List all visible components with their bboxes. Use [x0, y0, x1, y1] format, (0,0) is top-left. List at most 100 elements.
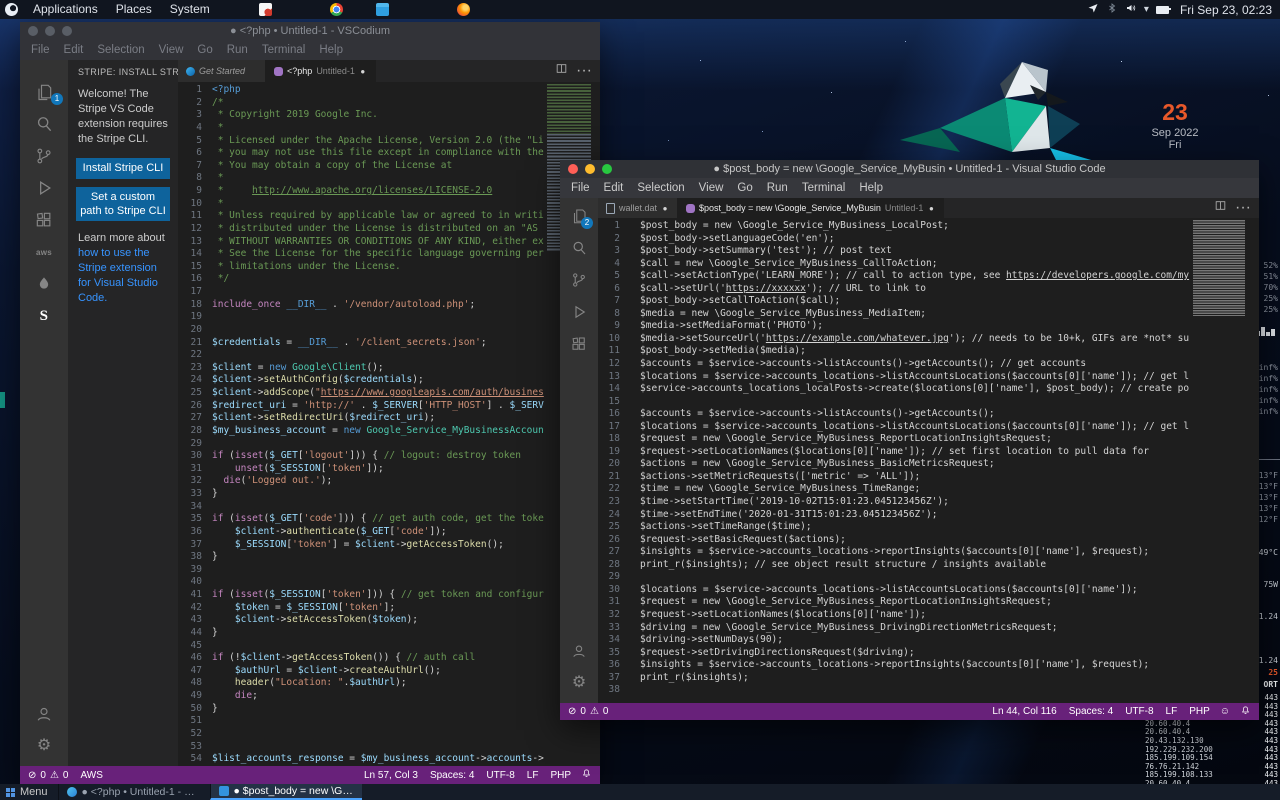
stripe-docs-link[interactable]: how to use the Stripe extension for Visu…: [78, 247, 158, 304]
menu-item-file[interactable]: File: [24, 44, 57, 56]
editor-actions[interactable]: ···: [1206, 198, 1259, 218]
taskbar-window-vscode[interactable]: ● $post_body = new \G…: [210, 784, 362, 800]
menu-item-selection[interactable]: Selection: [630, 182, 691, 194]
feedback-smiley-icon[interactable]: ☺: [1220, 706, 1230, 717]
extensions-icon[interactable]: [560, 328, 598, 360]
aws-status-item[interactable]: AWS: [80, 770, 102, 781]
bluetooth-icon[interactable]: [1106, 2, 1118, 17]
window-controls[interactable]: [568, 164, 612, 174]
plugin-icon[interactable]: [20, 268, 68, 300]
account-icon[interactable]: [20, 698, 68, 730]
explorer-icon[interactable]: 1: [20, 76, 68, 108]
status-item[interactable]: LF: [1166, 706, 1178, 717]
notifications-bell-icon[interactable]: [581, 768, 592, 782]
menu-item-selection[interactable]: Selection: [90, 44, 151, 56]
errors-icon[interactable]: ⊘: [568, 706, 576, 717]
minimap[interactable]: [1193, 220, 1251, 318]
menu-item-places[interactable]: Places: [107, 0, 161, 19]
more-actions-icon[interactable]: ···: [1235, 199, 1251, 217]
errors-icon[interactable]: ⊘: [28, 770, 36, 781]
menu-item-terminal[interactable]: Terminal: [795, 182, 852, 194]
menu-item-help[interactable]: Help: [852, 182, 890, 194]
search-icon[interactable]: [20, 108, 68, 140]
split-editor-icon[interactable]: [1214, 199, 1227, 217]
vscode-status-bar[interactable]: ⊘0 ⚠0 Ln 44, Col 116Spaces: 4UTF-8LFPHP …: [560, 703, 1259, 720]
install-stripe-cli-button[interactable]: Install Stripe CLI: [76, 158, 170, 178]
status-item[interactable]: PHP: [1189, 706, 1210, 717]
close-button[interactable]: [568, 164, 578, 174]
taskbar[interactable]: Menu ● <?php • Untitled-1 - V…● $post_bo…: [0, 784, 1280, 800]
minimize-button[interactable]: [585, 164, 595, 174]
menu-item-file[interactable]: File: [564, 182, 597, 194]
stripe-icon[interactable]: S: [20, 300, 68, 332]
menu-item-run[interactable]: Run: [760, 182, 795, 194]
run-debug-icon[interactable]: [560, 296, 598, 328]
editor-actions[interactable]: ···: [547, 60, 600, 82]
menu-item-go[interactable]: Go: [190, 44, 219, 56]
status-item[interactable]: UTF-8: [486, 770, 514, 781]
vscodium-window[interactable]: ● <?php • Untitled-1 - VSCodium FileEdit…: [20, 22, 600, 784]
vscode-titlebar[interactable]: ● $post_body = new \Google_Service_MyBus…: [560, 160, 1259, 178]
vscodium-editor[interactable]: 1<?php2/*3 * Copyright 2019 Google Inc.4…: [178, 82, 600, 766]
minimize-button[interactable]: [45, 26, 55, 36]
split-editor-icon[interactable]: [555, 62, 568, 80]
vscode-activity-bar[interactable]: 2⚙: [560, 198, 598, 703]
dirty-dot[interactable]: ●: [359, 67, 367, 76]
status-item[interactable]: UTF-8: [1125, 706, 1153, 717]
explorer-icon[interactable]: 2: [560, 200, 598, 232]
vscode-menubar[interactable]: FileEditSelectionViewGoRunTerminalHelp: [560, 178, 1259, 198]
pdf-reader-icon[interactable]: [259, 3, 272, 16]
network-send-icon[interactable]: [1087, 2, 1099, 17]
vscodium-activity-bar[interactable]: 1awsS⚙: [20, 60, 68, 766]
menu-item-run[interactable]: Run: [220, 44, 255, 56]
custom-path-stripe-cli-button[interactable]: Set a custom path to Stripe CLI: [76, 187, 170, 222]
search-icon[interactable]: [560, 232, 598, 264]
taskbar-menu-button[interactable]: Menu: [0, 784, 58, 800]
menu-item-view[interactable]: View: [152, 44, 191, 56]
status-item[interactable]: PHP: [550, 770, 571, 781]
menu-item-go[interactable]: Go: [730, 182, 759, 194]
panel-menus[interactable]: ApplicationsPlacesSystem: [24, 0, 219, 19]
panel-launchers[interactable]: [219, 3, 470, 16]
source-control-icon[interactable]: [560, 264, 598, 296]
extensions-icon[interactable]: [20, 204, 68, 236]
chevron-down-icon[interactable]: ▾: [1144, 4, 1149, 15]
volume-icon[interactable]: [1125, 2, 1137, 17]
notifications-bell-icon[interactable]: [1240, 705, 1251, 719]
editor-tab[interactable]: <?phpUntitled-1●: [266, 60, 376, 82]
file-manager-icon[interactable]: [376, 3, 389, 16]
menu-item-terminal[interactable]: Terminal: [255, 44, 312, 56]
vscode-tab-bar[interactable]: wallet.dat●$post_body = new \Google_Serv…: [598, 198, 1259, 218]
chrome-icon[interactable]: [330, 3, 343, 16]
editor-tab[interactable]: wallet.dat●: [598, 198, 678, 218]
status-item[interactable]: Ln 44, Col 116: [992, 706, 1056, 717]
account-icon[interactable]: [560, 635, 598, 667]
window-controls[interactable]: [28, 26, 72, 36]
editor-tab[interactable]: Get Started: [178, 60, 266, 82]
menu-item-applications[interactable]: Applications: [24, 0, 107, 19]
warnings-icon[interactable]: ⚠: [50, 770, 59, 781]
maximize-button[interactable]: [602, 164, 612, 174]
warning-count[interactable]: 0: [603, 706, 609, 717]
editor-tab[interactable]: $post_body = new \Google_Service_MyBusin…: [678, 198, 944, 218]
vscodium-status-bar[interactable]: ⊘0 ⚠0 AWS Ln 57, Col 3Spaces: 4UTF-8LFPH…: [20, 766, 600, 784]
menu-item-system[interactable]: System: [161, 0, 219, 19]
status-item[interactable]: Spaces: 4: [430, 770, 474, 781]
run-debug-icon[interactable]: [20, 172, 68, 204]
top-panel[interactable]: ApplicationsPlacesSystem ▾ Fri Sep 23, 0…: [0, 0, 1280, 19]
system-tray[interactable]: ▾ Fri Sep 23, 02:23: [1087, 2, 1272, 17]
menu-item-edit[interactable]: Edit: [597, 182, 631, 194]
battery-icon[interactable]: [1156, 6, 1169, 14]
taskbar-window-vscodium[interactable]: ● <?php • Untitled-1 - V…: [58, 784, 210, 800]
panel-clock[interactable]: Fri Sep 23, 02:23: [1180, 3, 1272, 17]
status-item[interactable]: LF: [527, 770, 539, 781]
vscodium-titlebar[interactable]: ● <?php • Untitled-1 - VSCodium: [20, 22, 600, 40]
vscodium-menubar[interactable]: FileEditSelectionViewGoRunTerminalHelp: [20, 40, 600, 60]
maximize-button[interactable]: [62, 26, 72, 36]
more-actions-icon[interactable]: ···: [576, 62, 592, 80]
firefox-icon[interactable]: [457, 3, 470, 16]
vscode-window[interactable]: ● $post_body = new \Google_Service_MyBus…: [560, 160, 1259, 720]
warnings-icon[interactable]: ⚠: [590, 706, 599, 717]
vscodium-tab-bar[interactable]: Get Started<?phpUntitled-1● ···: [178, 60, 600, 82]
warning-count[interactable]: 0: [63, 770, 69, 781]
